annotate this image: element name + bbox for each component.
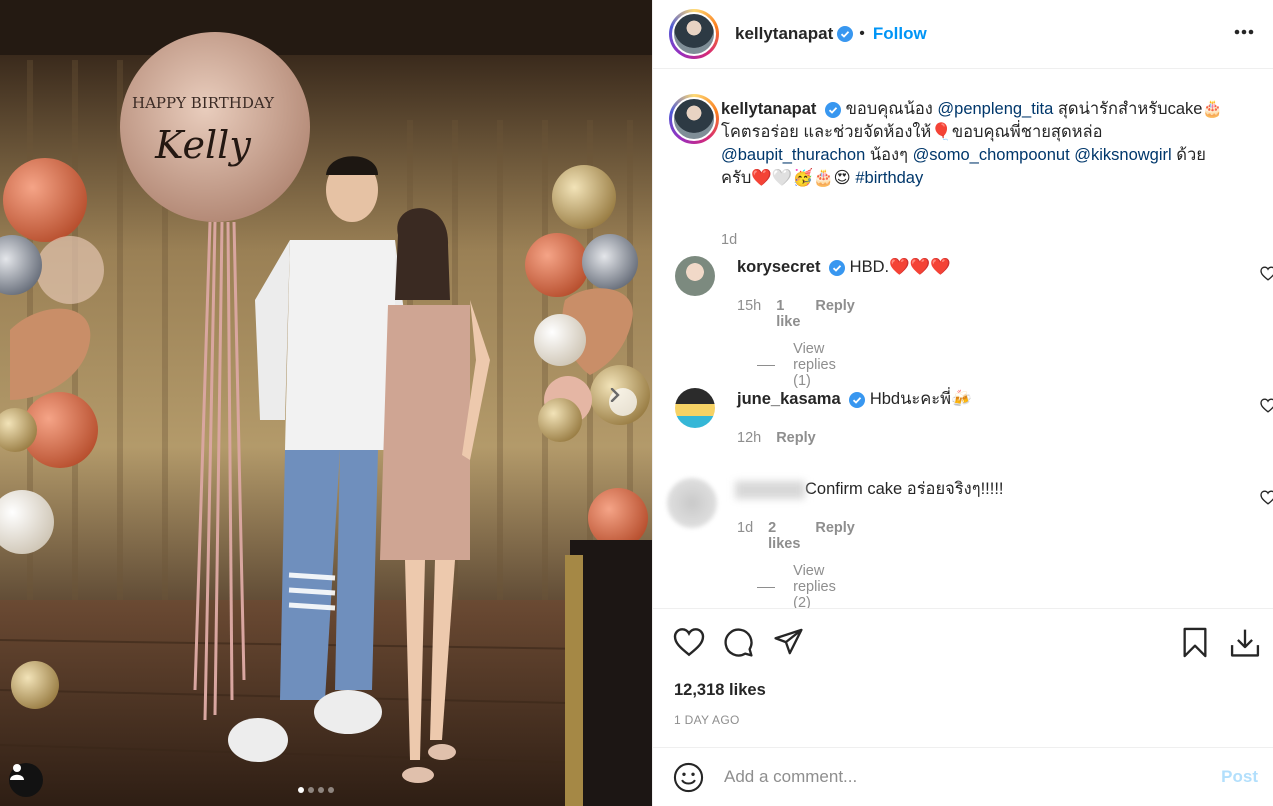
verified-icon: [824, 101, 841, 118]
user-tag-button[interactable]: [9, 763, 43, 797]
heart-icon[interactable]: [1260, 490, 1273, 505]
view-replies-label: View replies (2): [793, 563, 836, 608]
photo-illustration: HAPPY BIRTHDAY Kelly: [0, 0, 652, 806]
caption-meta: 1d: [721, 232, 737, 248]
reply-button[interactable]: Reply: [815, 520, 855, 552]
view-replies-button[interactable]: View replies (1): [757, 341, 850, 389]
user-tag-icon: [10, 764, 24, 780]
comment-text: korysecret HBD.❤️❤️❤️: [737, 256, 1227, 279]
comment-body: Confirm cake อร่อยจริงๆ!!!!!: [805, 480, 1004, 498]
heart-icon[interactable]: [1260, 398, 1273, 413]
save-icon[interactable]: [1181, 627, 1209, 658]
carousel-dot: [298, 787, 304, 793]
caption-part: ด้วย: [1171, 146, 1206, 164]
post-comment-button[interactable]: Post: [1221, 767, 1258, 787]
header-separator: •: [859, 25, 865, 42]
comment-username[interactable]: korysecret: [737, 258, 820, 276]
caption-part: สุดน่ารักสำหรับcake🎂: [1053, 100, 1223, 118]
verified-icon: [837, 26, 854, 42]
comment-input[interactable]: [724, 767, 1204, 787]
balloon-text-top: HAPPY BIRTHDAY: [132, 94, 275, 112]
post-header: kellytanapat • Follow: [653, 0, 1273, 69]
carousel-dot: [318, 787, 324, 793]
comment-username[interactable]: june_kasama: [737, 390, 841, 408]
header-username[interactable]: kellytanapat: [735, 24, 833, 44]
comment-time[interactable]: 1d: [737, 520, 753, 552]
like-count[interactable]: 12,318 likes: [674, 681, 766, 700]
comment-avatar[interactable]: [675, 388, 715, 428]
next-arrow-icon: [610, 388, 620, 402]
reply-button[interactable]: Reply: [815, 298, 855, 330]
view-replies-button[interactable]: View replies (2): [757, 563, 850, 608]
caption-part: น้องๆ: [865, 146, 913, 164]
verified-icon: [829, 259, 846, 276]
post-actions: 12,318 likes 1 DAY AGO: [653, 608, 1273, 748]
comment-likes[interactable]: 1 like: [776, 298, 800, 330]
post-details-panel: kellytanapat • Follow kellytanapat ขอบคุ…: [652, 0, 1273, 806]
carousel-dot: [328, 787, 334, 793]
caption-part: ขอบคุณน้อง: [845, 100, 938, 118]
balloon-text-name: Kelly: [154, 123, 251, 167]
comment-icon[interactable]: [723, 627, 754, 658]
view-replies-label: View replies (1): [793, 341, 836, 389]
carousel-indicator: [298, 787, 334, 793]
header-avatar[interactable]: [669, 9, 719, 59]
caption-text: kellytanapat ขอบคุณน้อง @penpleng_tita ส…: [721, 98, 1261, 190]
comment-time[interactable]: 15h: [737, 298, 761, 330]
post-photo[interactable]: HAPPY BIRTHDAY Kelly: [0, 0, 652, 806]
comment-body: HBD.❤️❤️❤️: [849, 258, 951, 276]
carousel-dot: [308, 787, 314, 793]
mention-link[interactable]: @kiksnowgirl: [1074, 146, 1171, 164]
comment-body: Hbdนะคะพี่🍻: [869, 390, 972, 408]
mention-link[interactable]: @penpleng_tita: [937, 100, 1053, 118]
post-timestamp[interactable]: 1 DAY AGO: [674, 713, 740, 727]
hashtag-link[interactable]: #birthday: [855, 169, 923, 187]
more-options-button[interactable]: [1234, 22, 1254, 38]
verified-icon: [849, 391, 866, 408]
next-photo-button[interactable]: [609, 388, 637, 416]
mention-link[interactable]: @somo_chompoonut: [913, 146, 1070, 164]
caption-part: ครับ❤️🤍🥳🎂😍: [721, 169, 856, 187]
heart-icon[interactable]: [673, 627, 705, 657]
caption-avatar[interactable]: [669, 94, 719, 144]
comment-avatar[interactable]: [675, 256, 715, 296]
download-icon[interactable]: [1229, 627, 1261, 658]
comment-likes[interactable]: 2 likes: [768, 520, 800, 552]
caption-part: โคตรอร่อย และช่วยจัดห้องให้🎈ขอบคุณพี่ชาย…: [721, 123, 1103, 141]
comment-meta: 12h Reply: [737, 430, 816, 446]
comment-time[interactable]: 12h: [737, 430, 761, 446]
caption-time[interactable]: 1d: [721, 232, 737, 248]
comment-text: Confirm cake อร่อยจริงๆ!!!!!: [735, 478, 1225, 501]
caption-username[interactable]: kellytanapat: [721, 100, 816, 118]
heart-icon[interactable]: [1260, 266, 1273, 281]
mention-link[interactable]: @baupit_thurachon: [721, 146, 865, 164]
comment-meta: 15h 1 like Reply: [737, 298, 855, 330]
more-icon: [1234, 29, 1254, 35]
reply-button[interactable]: Reply: [776, 430, 816, 446]
share-icon[interactable]: [773, 627, 804, 656]
follow-button[interactable]: Follow: [873, 24, 927, 44]
emoji-icon[interactable]: [673, 762, 704, 793]
comment-text: june_kasama Hbdนะคะพี่🍻: [737, 388, 1227, 411]
comment-meta: 1d 2 likes Reply: [737, 520, 855, 552]
comment-username-redacted[interactable]: [735, 480, 805, 499]
add-comment-bar: Post: [653, 747, 1273, 806]
comments-list: kellytanapat ขอบคุณน้อง @penpleng_tita ส…: [653, 70, 1273, 608]
comment-avatar[interactable]: [667, 478, 717, 528]
